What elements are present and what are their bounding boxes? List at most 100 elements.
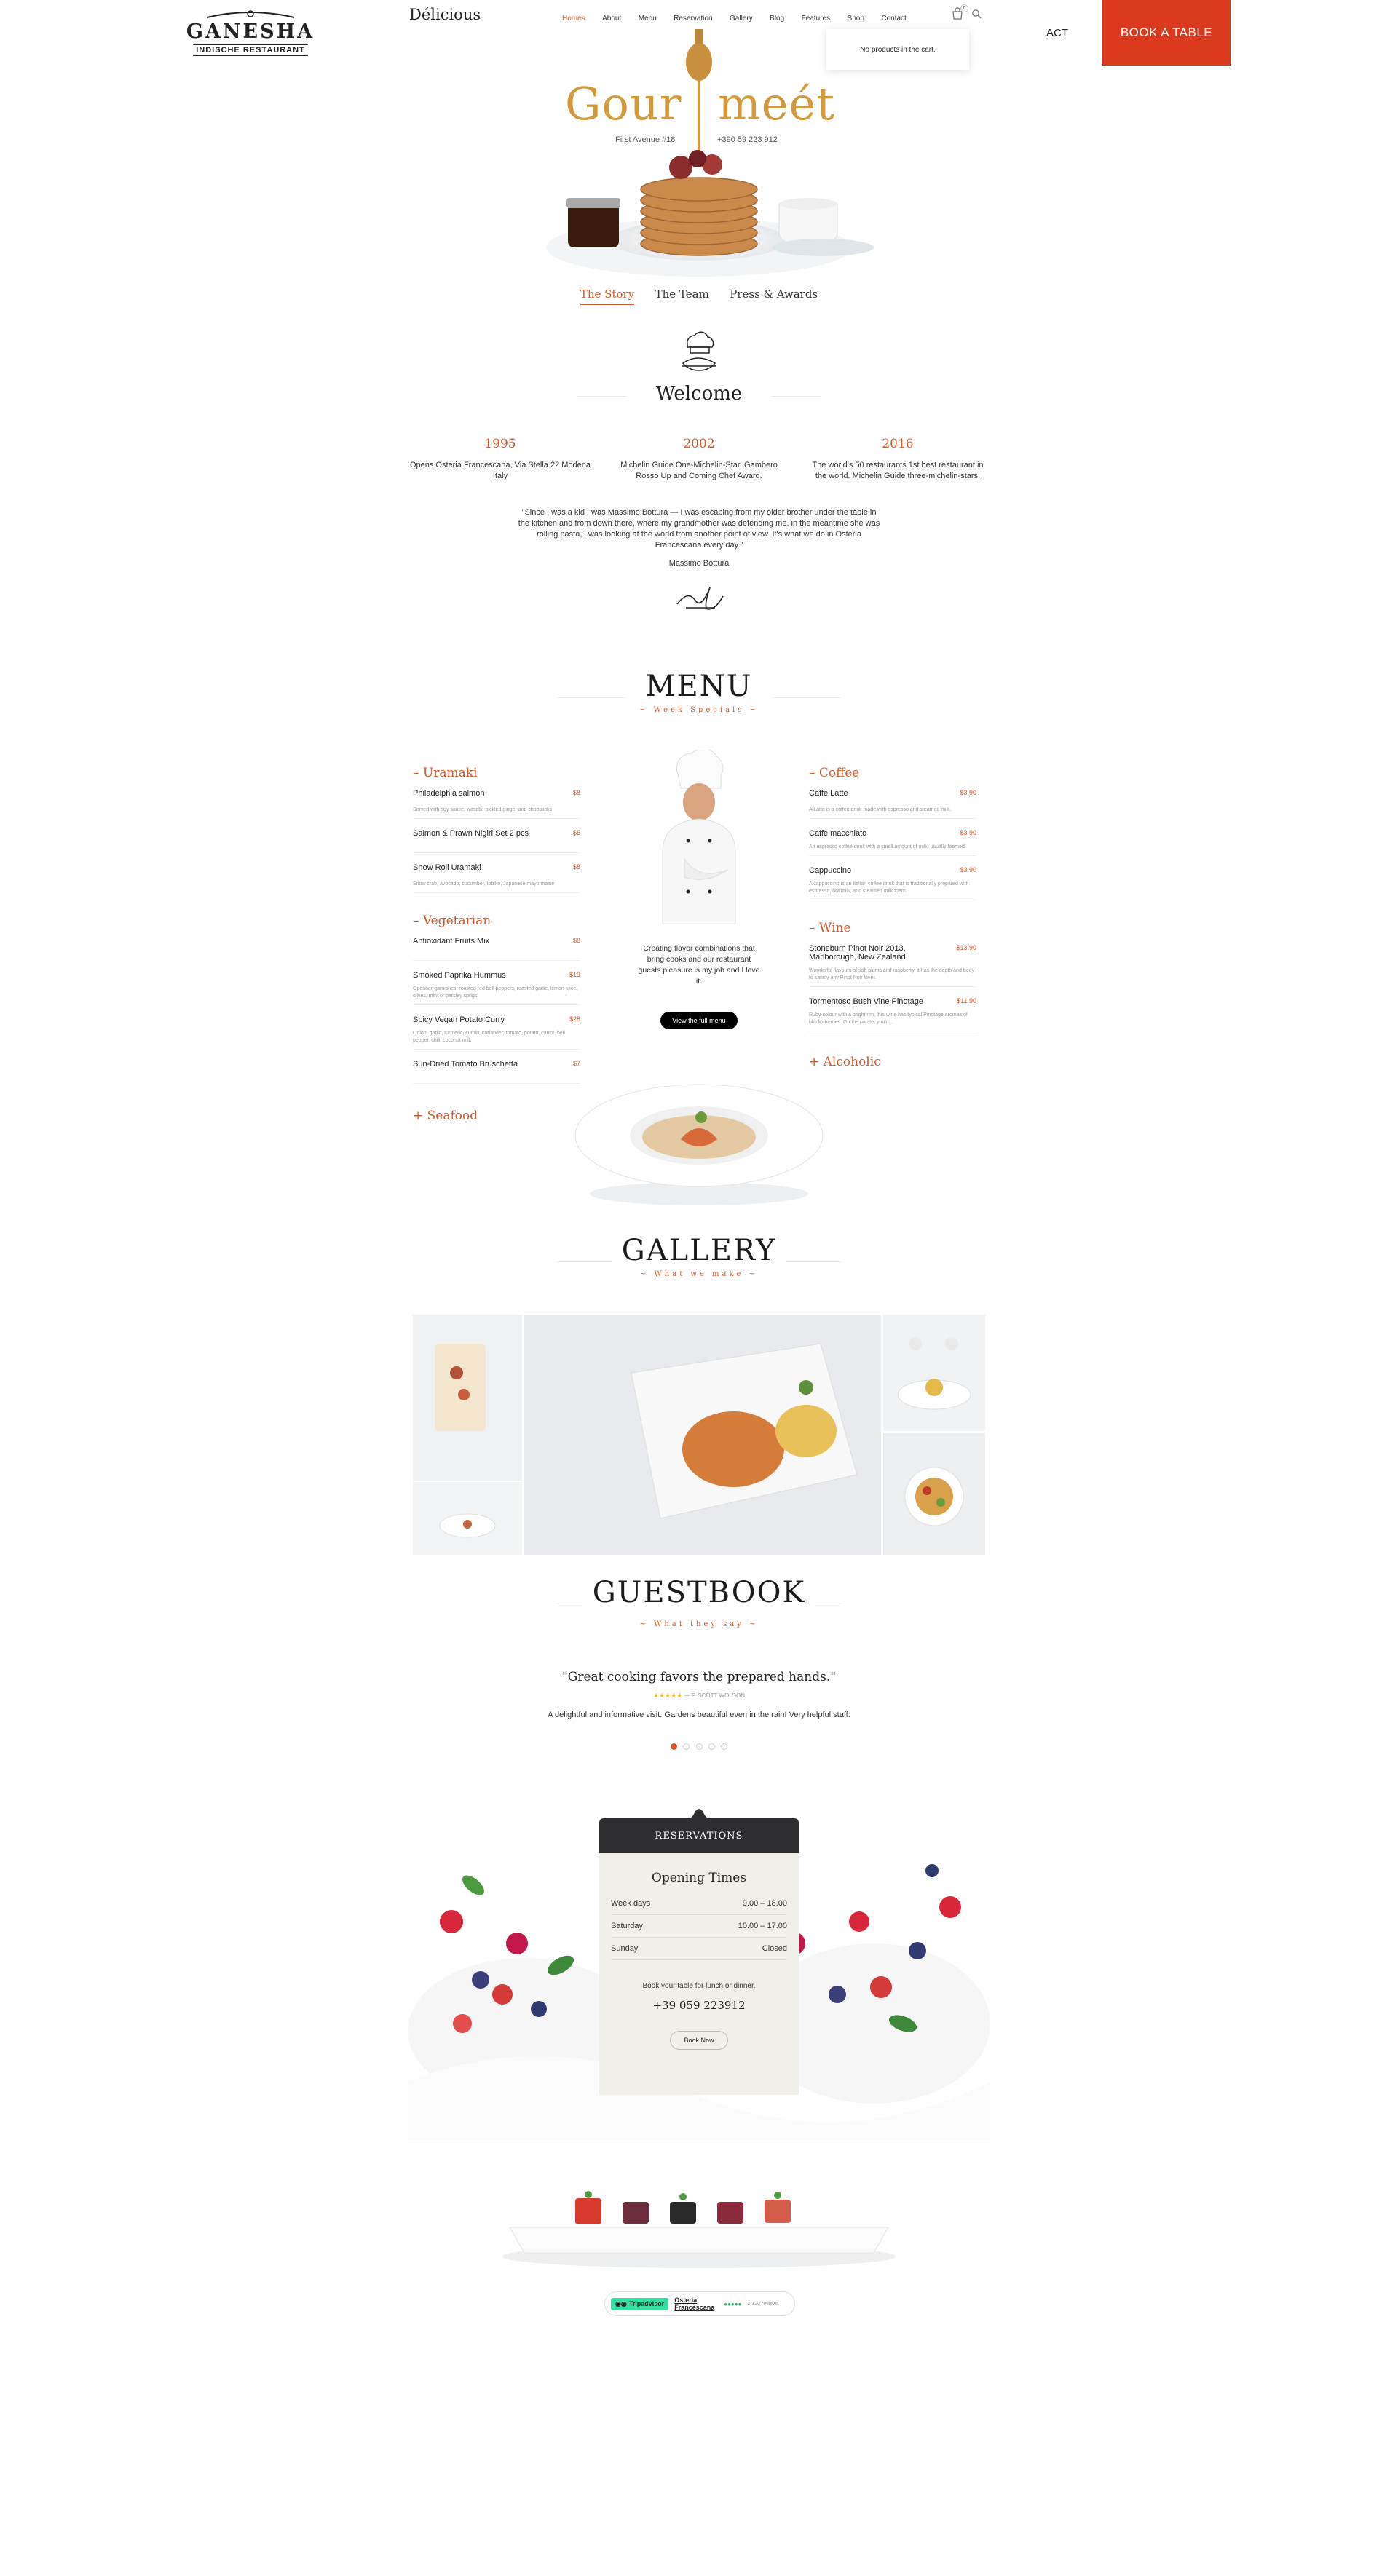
menu-divider	[413, 1083, 580, 1084]
gallery-title: GALLERY	[612, 1234, 786, 1267]
logo-ornament-icon	[206, 10, 295, 18]
reservation-phone: +39 059 223912	[652, 1999, 746, 2012]
menu-item-desc: Onion, garlic, turmeric, cumin, coriande…	[413, 1031, 565, 1043]
opening-day: Week days	[611, 1899, 651, 1908]
cart-count: 0	[960, 4, 968, 12]
contact-link-partial[interactable]: ACT	[1046, 27, 1068, 39]
menu-item-desc: A cappuccino is an Italian coffee drink …	[809, 881, 969, 894]
nav-item-blog[interactable]: Blog	[770, 15, 784, 23]
opening-hours: 10.00 – 17.00	[738, 1922, 787, 1930]
menu-divider	[413, 852, 580, 853]
tripadvisor-badge[interactable]: ◉◉ Tripadvisor Osteria Francescana ●●●●●…	[604, 2291, 795, 2316]
tripadvisor-rating-icon: ●●●●●	[724, 2300, 742, 2307]
menu-item-price: $13.90	[956, 944, 976, 951]
tab-the-team[interactable]: The Team	[655, 288, 709, 301]
menu-item-price: $8	[572, 789, 580, 796]
menu-category-vegetarian[interactable]: – Vegetarian	[413, 914, 580, 928]
menu-category-coffee[interactable]: – Coffee	[809, 766, 976, 780]
welcome-title: Welcome	[626, 383, 772, 405]
menu-item: Tormentoso Bush Vine Pinotage $11.90 Rub…	[809, 997, 976, 1031]
reviewer-name: — F. SCOTT WOLSON	[684, 1692, 745, 1699]
pagination-dot[interactable]	[721, 1743, 728, 1750]
chef-text: Creating flavor combinations that bring …	[638, 944, 760, 986]
cart-icon[interactable]: 0	[951, 4, 968, 20]
nav-item-shop[interactable]: Shop	[848, 15, 864, 23]
hero-title-right: meét	[718, 77, 836, 130]
menu-item-price: $7	[572, 1060, 580, 1067]
menu-item-name: Tormentoso Bush Vine Pinotage	[809, 997, 923, 1006]
menu-item: Snow Roll Uramaki $8 Snow crab, avocado,…	[413, 863, 580, 892]
nav-item-reservation[interactable]: Reservation	[674, 15, 712, 23]
menu-item-price: $3.90	[960, 829, 976, 836]
signature-icon	[670, 579, 728, 615]
hero-image	[524, 29, 874, 277]
owl-icon: ◉◉	[615, 2299, 627, 2307]
menu-item-name: Spicy Vegan Potato Curry	[413, 1015, 505, 1024]
chef-image	[644, 748, 754, 925]
menu-item-desc: A Latte is a coffee drink made with espr…	[809, 807, 952, 812]
hero-address: First Avenue #18	[615, 135, 676, 144]
menu-item-desc: Wonderful flavours of soft plums and ras…	[809, 968, 974, 980]
menu-divider	[413, 818, 580, 819]
menu-right-column: – Coffee Caffe Latte $3.90 A Latte is a …	[809, 766, 976, 1069]
pagination-dot[interactable]	[683, 1743, 690, 1750]
guestbook-title: GUESTBOOK	[582, 1576, 816, 1609]
nav-item-gallery[interactable]: Gallery	[730, 15, 753, 23]
pagination-dot[interactable]	[708, 1743, 715, 1750]
menu-category-uramaki[interactable]: – Uramaki	[413, 766, 580, 780]
menu-item: Cappuccino $3.90 A cappuccino is an Ital…	[809, 866, 976, 900]
menu-item: Smoked Paprika Hummus $19 Openner garnis…	[413, 971, 580, 1004]
menu-item-price: $3.90	[960, 789, 976, 796]
pagination-dot[interactable]	[695, 1743, 703, 1750]
menu-divider	[809, 986, 976, 987]
menu-category-seafood[interactable]: + Seafood	[413, 1109, 580, 1123]
menu-item: Stoneburn Pinot Noir 2013, Marlborough, …	[809, 944, 976, 986]
menu-item-price: $6	[572, 829, 580, 836]
reservation-card: RESERVATIONS Opening Times Week days 9.0…	[599, 1809, 799, 2095]
opening-hours-row: Saturday 10.00 – 17.00	[611, 1915, 787, 1938]
nav-item-homes[interactable]: Homes	[562, 15, 585, 23]
menu-item-name: Snow Roll Uramaki	[413, 863, 481, 872]
menu-item-desc: Served with soy sauce, wasabi, pickled g…	[413, 807, 553, 812]
brand-script[interactable]: Délicious	[409, 6, 481, 23]
tab-press-awards[interactable]: Press & Awards	[730, 288, 818, 301]
reservation-note: Book your table for lunch or dinner.	[642, 1982, 756, 1990]
menu-item-name: Caffe Latte	[809, 789, 848, 798]
menu-item-price: $19	[569, 971, 580, 978]
reservation-card-header: RESERVATIONS	[599, 1818, 799, 1853]
testimonial-meta: ★★★★★ — F. SCOTT WOLSON	[590, 1692, 808, 1700]
menu-divider	[809, 818, 976, 819]
menu-category-wine[interactable]: – Wine	[809, 921, 976, 935]
menu-category-alcoholic[interactable]: + Alcoholic	[809, 1055, 976, 1069]
menu-item: Spicy Vegan Potato Curry $28 Onion, garl…	[413, 1015, 580, 1049]
view-full-menu-button[interactable]: View the full menu	[660, 1012, 738, 1029]
hero-title-left: Gour	[565, 77, 682, 130]
welcome-quote: "Since I was a kid I was Massimo Bottura…	[518, 508, 880, 550]
book-now-button[interactable]: Book Now	[670, 2031, 728, 2050]
nav-item-contact[interactable]: Contact	[881, 15, 906, 23]
opening-times-title: Opening Times	[651, 1871, 747, 1885]
pagination-dot[interactable]	[670, 1743, 677, 1750]
nav-item-menu[interactable]: Menu	[639, 15, 657, 23]
menu-item-name: Caffe macchiato	[809, 829, 867, 838]
menu-subtitle: ~ Week Specials ~	[639, 706, 759, 714]
story-tabs: The Story The Team Press & Awards	[553, 288, 845, 305]
tripadvisor-brand: Tripadvisor	[628, 2300, 665, 2307]
timeline-item: 1995 Opens Osteria Francescana, Via Stel…	[409, 437, 591, 482]
nav-item-about[interactable]: About	[602, 15, 621, 23]
opening-hours: Closed	[762, 1944, 787, 1953]
guestbook-subtitle: ~ What they say ~	[639, 1620, 759, 1628]
menu-item: Philadelphia salmon $8 Served with soy s…	[413, 789, 580, 818]
menu-item: Antioxidant Fruits Mix $8	[413, 937, 580, 950]
timeline-text: The world's 50 restaurants 1st best rest…	[812, 461, 984, 480]
logo[interactable]: GANESHA INDISCHE RESTAURANT	[178, 10, 323, 61]
tab-the-story[interactable]: The Story	[580, 288, 635, 305]
book-table-button[interactable]: BOOK A TABLE	[1102, 0, 1231, 66]
timeline-text: Opens Osteria Francescana, Via Stella 22…	[409, 461, 591, 480]
card-notch-icon	[677, 1809, 721, 1821]
search-icon[interactable]	[971, 9, 982, 19]
nav-item-features[interactable]: Features	[802, 15, 830, 23]
menu-item-price: $8	[572, 937, 580, 944]
timeline-year: 2016	[882, 437, 914, 451]
hero-phone: +390 59 223 912	[717, 135, 778, 144]
